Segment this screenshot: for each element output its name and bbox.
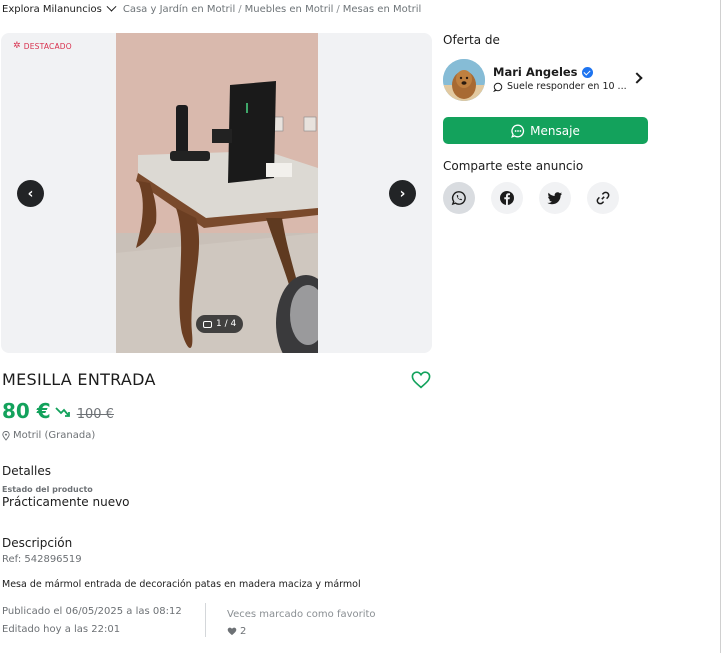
location-label: Motril (Granada) (13, 430, 96, 441)
edited-date: Editado hoy a las 22:01 (2, 624, 121, 635)
chat-bubble-icon (493, 82, 503, 92)
twitter-icon (547, 192, 562, 205)
price-drop-icon (55, 407, 70, 417)
share-heading: Comparte este anuncio (443, 159, 584, 173)
breadcrumb-link-muebles[interactable]: Muebles en Motril (245, 4, 334, 15)
camera-icon (203, 320, 212, 328)
share-whatsapp-button[interactable] (443, 182, 475, 214)
product-photo-image (116, 33, 318, 353)
favorites-count-value: 2 (240, 626, 247, 637)
publication-info: Publicado el 06/05/2025 a las 08:12 Edit… (2, 603, 182, 639)
breadcrumb-link-mesas[interactable]: Mesas en Motril (343, 4, 422, 15)
previous-image-button[interactable]: ‹ (17, 180, 44, 207)
explore-label: Explora Milanuncios (2, 4, 102, 15)
image-gallery[interactable]: ✲ DESTACADO ‹ › 1 / 4 (1, 33, 432, 353)
favorite-heart-icon[interactable] (411, 371, 431, 389)
heart-filled-icon (227, 627, 237, 636)
share-buttons (443, 182, 619, 214)
message-button-label: Mensaje (530, 123, 580, 138)
share-facebook-button[interactable] (491, 182, 523, 214)
seller-response-label: Suele responder en 10 ... (507, 81, 627, 92)
breadcrumb-link-casa-jardin[interactable]: Casa y Jardín en Motril (123, 4, 235, 15)
image-counter-label: 1 / 4 (216, 319, 237, 329)
seller-response-time: Suele responder en 10 ... (493, 81, 627, 92)
breadcrumb-separator: / (336, 4, 340, 15)
description-text: Mesa de mármol entrada de decoración pat… (2, 579, 361, 590)
featured-badge-label: DESTACADO (23, 41, 72, 51)
price-row: 80 € 100 € (2, 399, 114, 423)
chevron-right-icon: › (399, 185, 406, 202)
product-state-label: Estado del producto (2, 485, 93, 494)
breadcrumb-separator: / (238, 4, 242, 15)
listing-title: MESILLA ENTRADA (2, 370, 156, 389)
next-image-button[interactable]: › (389, 180, 416, 207)
product-state-value: Prácticamente nuevo (2, 495, 130, 509)
verified-icon (581, 66, 593, 78)
details-heading: Detalles (2, 464, 51, 478)
breadcrumb: Explora Milanuncios Casa y Jardín en Mot… (2, 1, 422, 15)
favorites-count: 2 (227, 626, 246, 637)
seller-name-label: Mari Angeles (493, 65, 578, 79)
image-counter: 1 / 4 (196, 315, 244, 333)
seller-avatar-image (443, 59, 485, 101)
share-link-button[interactable] (587, 182, 619, 214)
chevron-down-icon (106, 1, 117, 12)
seller-card[interactable]: Mari Angeles Suele responder en 10 ... (443, 59, 648, 101)
featured-badge: ✲ DESTACADO (13, 41, 72, 51)
chevron-left-icon: ‹ (27, 185, 34, 202)
seller-avatar[interactable] (443, 59, 485, 101)
seller-name[interactable]: Mari Angeles (493, 65, 593, 79)
published-date: Publicado el 06/05/2025 a las 08:12 (2, 606, 182, 617)
message-button[interactable]: Mensaje (443, 117, 648, 144)
whatsapp-icon (451, 191, 466, 206)
location: Motril (Granada) (2, 430, 95, 441)
facebook-icon (500, 191, 514, 205)
description-heading: Descripción (2, 536, 73, 550)
offer-by-label: Oferta de (443, 33, 500, 47)
current-price: 80 € (2, 399, 51, 423)
explore-menu[interactable]: Explora Milanuncios (2, 1, 117, 15)
previous-price: 100 € (76, 407, 114, 422)
link-icon (596, 191, 610, 205)
product-photo[interactable] (116, 33, 318, 353)
meta-divider (205, 603, 206, 637)
featured-icon: ✲ (13, 41, 21, 51)
location-pin-icon (2, 430, 10, 441)
chevron-right-icon[interactable] (631, 72, 643, 84)
share-twitter-button[interactable] (539, 182, 571, 214)
message-icon (511, 124, 525, 138)
favorites-label: Veces marcado como favorito (227, 609, 376, 620)
reference-number: Ref: 542896519 (2, 554, 82, 565)
